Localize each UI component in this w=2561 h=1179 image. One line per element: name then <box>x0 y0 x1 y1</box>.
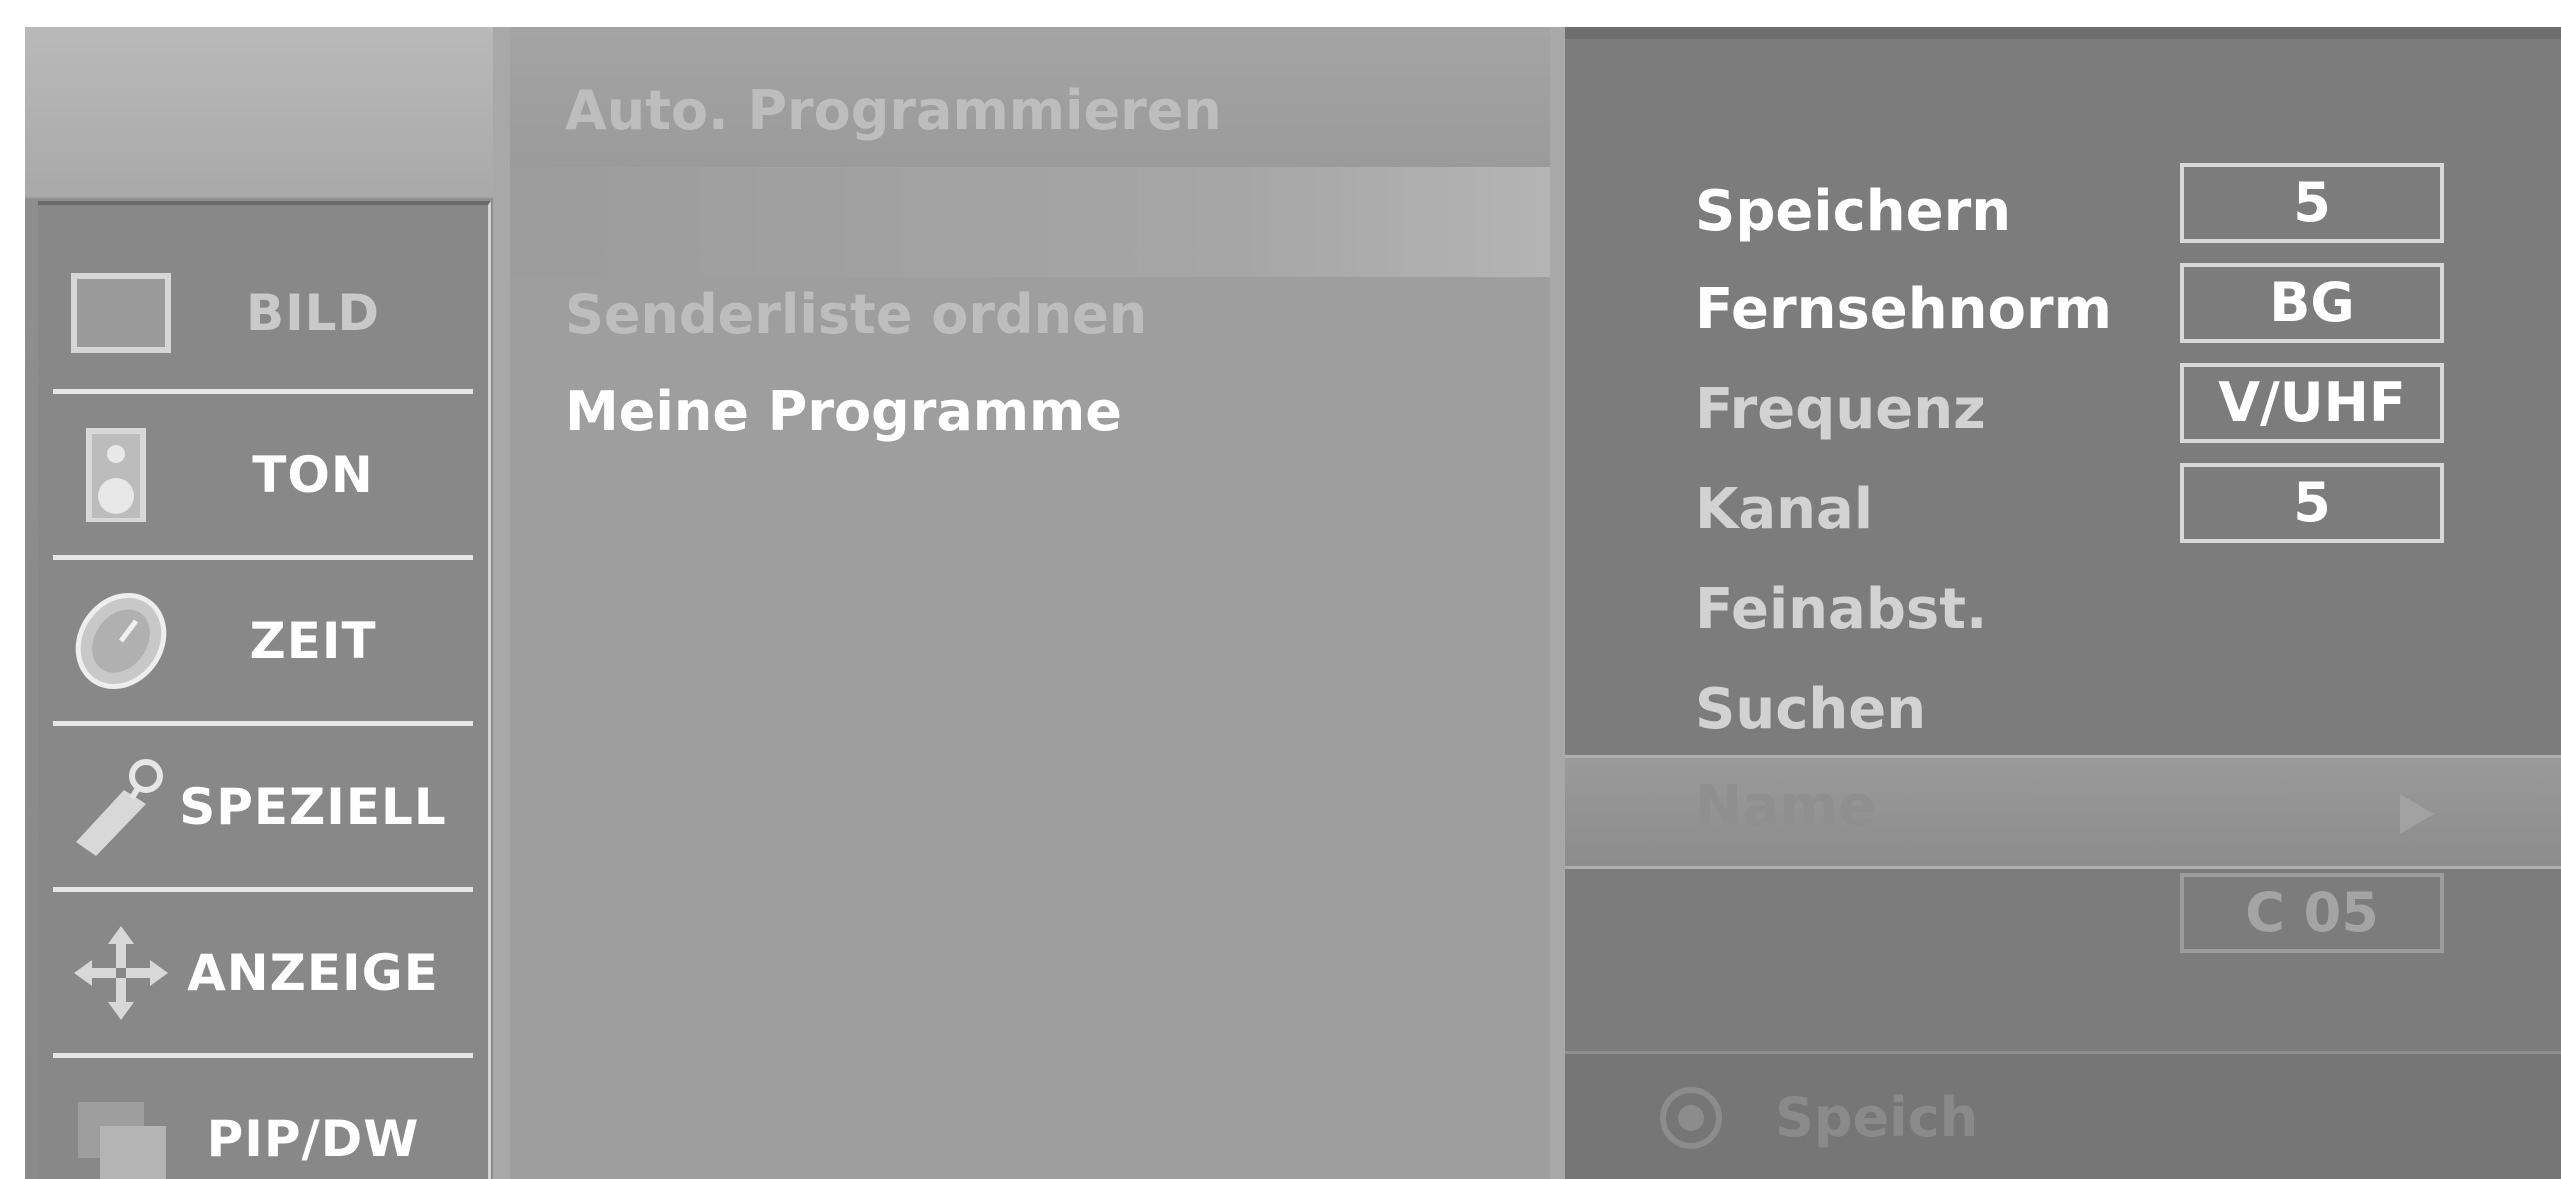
bottom-action-bar[interactable]: Speich <box>1565 1051 2561 1179</box>
submenu-item-meine-programme[interactable]: Meine Programme <box>565 380 1122 443</box>
menu-item-speziell[interactable]: SPEZIELL <box>38 725 488 889</box>
submenu-panel: Auto. Programmieren Senderliste ordnen M… <box>510 27 1550 1179</box>
submenu-item-senderliste-ordnen[interactable]: Senderliste ordnen <box>565 283 1147 346</box>
menu-item-anzeige[interactable]: ANZEIGE <box>38 891 488 1055</box>
selection-highlight <box>510 167 1550 277</box>
menu-item-label: PIP/DW <box>206 1110 420 1168</box>
frequenz-value[interactable]: V/UHF <box>2180 363 2444 443</box>
arrow-right-icon <box>2400 794 2434 834</box>
tv-osd-screen: BILD TON ZEIT SPEZIELL ANZEIGE PIP/DW Au… <box>25 27 2561 1179</box>
fernsehnorm-value[interactable]: BG <box>2180 263 2444 343</box>
setting-label-suchen[interactable]: Suchen <box>1695 677 1926 742</box>
setting-label-fernsehnorm: Fernsehnorm <box>1695 277 2112 342</box>
kanal-value[interactable]: 5 <box>2180 463 2444 543</box>
menu-item-pip-dw[interactable]: PIP/DW <box>38 1057 488 1179</box>
speichern-value[interactable]: 5 <box>2180 163 2444 243</box>
menu-item-label: SPEZIELL <box>179 778 447 836</box>
setting-label-kanal: Kanal <box>1695 477 1874 542</box>
panel-top-edge <box>1565 27 2561 39</box>
radio-icon <box>1660 1087 1722 1149</box>
menu-item-zeit[interactable]: ZEIT <box>38 559 488 723</box>
menu-item-label: ANZEIGE <box>187 944 439 1002</box>
setting-label-frequenz: Frequenz <box>1695 377 1986 442</box>
menu-item-ton[interactable]: TON <box>38 393 488 557</box>
bottom-action-label: Speich <box>1775 1086 1979 1149</box>
settings-panel: Speichern 5 Fernsehnorm BG Frequenz V/UH… <box>1565 27 2561 1179</box>
main-menu-sidebar: BILD TON ZEIT SPEZIELL ANZEIGE PIP/DW <box>25 27 493 1179</box>
submenu-item-auto-programmieren[interactable]: Auto. Programmieren <box>565 79 1222 142</box>
menu-item-label: ZEIT <box>249 612 377 670</box>
name-value[interactable]: C 05 <box>2180 873 2444 953</box>
name-row[interactable]: Name <box>1565 755 2561 869</box>
setting-label-speichern: Speichern <box>1695 179 2012 244</box>
menu-item-bild[interactable]: BILD <box>38 231 488 395</box>
setting-label-feinabst[interactable]: Feinabst. <box>1695 577 1987 642</box>
setting-label-name: Name <box>1695 774 1876 839</box>
menu-item-label: BILD <box>245 284 381 342</box>
menu-item-label: TON <box>252 446 374 504</box>
